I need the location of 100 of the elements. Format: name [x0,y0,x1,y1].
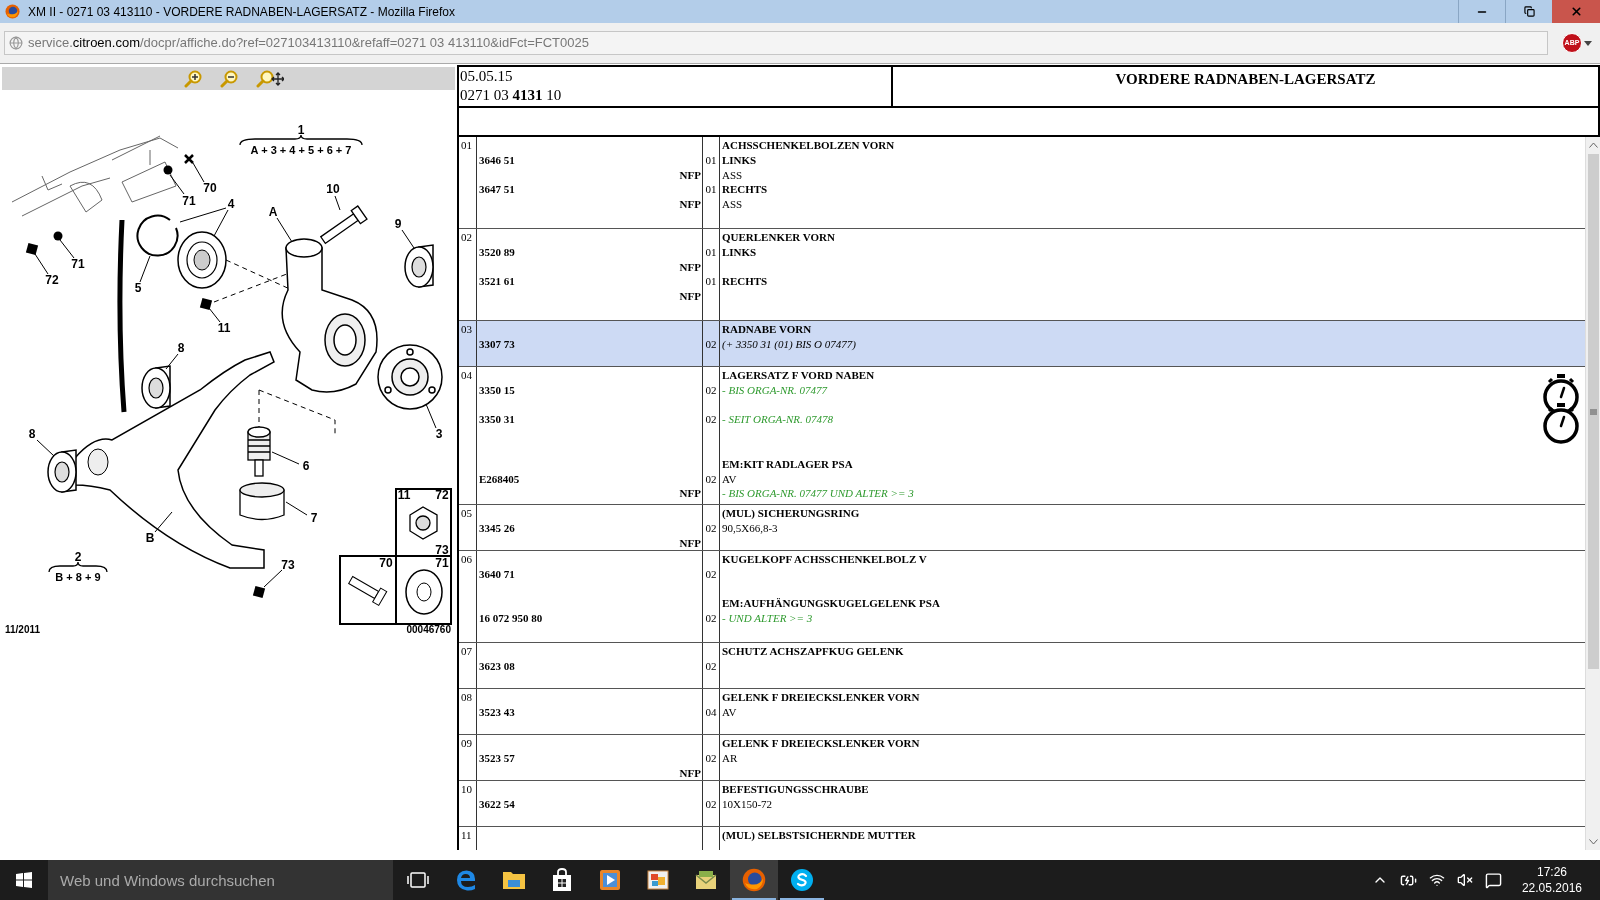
part-description: - BIS ORGA-NR. 07477 [722,383,828,396]
leader-line [165,353,179,370]
bolt-drawing [348,576,388,606]
item-number: 07 [461,644,473,659]
part-number: 3623 08 [478,658,515,674]
callout-label: 71 [71,258,85,270]
leader-line [208,307,221,323]
table-row[interactable]: 03 3307 73 02 RADNABE VORN (+ 3350 31 (01) BIS O 07477) [459,321,1585,367]
callout-label: B [145,532,155,544]
quantity: 02 [705,383,717,396]
table-row[interactable]: 06 3640 71 16 072 950 80 02 02 KUGELKOPF ACHSSCHENKELBOLZ V EM:AUFHÄNGUNGSKUGELGELENK PSA - UND ALTER >= 3 [459,551,1585,643]
callout-label: 71 [435,557,449,569]
part-description: AV [722,705,737,718]
leader-line [425,403,437,429]
part-number: 3521 61 [478,274,515,290]
item-number: 05 [461,506,473,521]
callout-label: A [268,206,278,218]
zoom-in-icon[interactable] [184,69,202,88]
scroll-thumb[interactable] [1587,154,1599,669]
dropdown-caret-icon[interactable] [1584,40,1592,46]
wheel-hub-drawing [377,344,443,410]
windows-logo-icon [16,872,32,888]
leader-line [154,511,173,533]
nfp-label: NFP [679,259,702,275]
part-description: 90,5X66,8-3 [722,521,778,534]
quantity: 02 [705,521,717,534]
leader-line [59,239,75,259]
dot-mark-icon [53,231,63,241]
part-description: RADNABE VORN [722,323,812,335]
part-description: AR [722,751,738,764]
part-description: GELENK F DREIECKSLENKER VORN [722,737,920,749]
callout-label: 70 [379,557,393,569]
drawing-number: 00046760 [406,625,451,635]
table-row[interactable]: 07 3623 08 02 SCHUTZ ACHSZAPFKUG GELENK [459,643,1585,689]
callout-label: 73 [281,559,295,571]
scrollbar[interactable] [1585,137,1600,850]
zoom-out-icon[interactable] [220,69,238,88]
header-date: 05.05.15 [460,67,514,86]
quantity: 02 [705,751,717,764]
scroll-down-icon[interactable] [1588,839,1598,845]
firefox-icon [5,4,20,19]
part-description: - BIS ORGA-NR. 07477 UND ALTER >= 3 [722,487,914,500]
part-description: LAGERSATZ F VORD NABEN [722,369,875,381]
skype-icon [790,868,814,892]
zoom-pan-icon[interactable] [256,69,284,88]
quantity: 01 [705,153,717,166]
callout-label: 5 [134,282,142,294]
part-number: 3350 15 [478,382,515,398]
url-text: service.citroen.com/docpr/affiche.do?ref=027103413110&refaff=0271 03 413110&idFct=FCT0025 [28,34,589,53]
address-field[interactable]: service.citroen.com/docpr/affiche.do?ref=027103413110&refaff=0271 03 413110&idFct=FCT0025 [4,31,1548,55]
part-number: 3647 51 [478,182,515,198]
volume-muted-icon[interactable] [1456,872,1473,888]
part-description: ASS [722,198,743,211]
item-number: 04 [461,368,473,383]
part-number: 3523 43 [478,704,515,720]
table-row[interactable]: 09 3523 57 NFP 02 GELENK F DREIECKSLENKER VORN AR [459,735,1585,781]
item-number: 06 [461,552,473,567]
task-view-icon [407,871,429,889]
part-number: 3622 54 [478,796,515,812]
washer-drawing [405,569,443,615]
table-row[interactable]: 10 3622 54 02 BEFESTIGUNGSSCHRAUBE 10X150-72 [459,781,1585,827]
leader-line [34,253,49,275]
part-number: E268405 [478,471,520,487]
table-row[interactable]: 05 3345 26 NFP 02 (MUL) SICHERUNGSRING 90,5X66,8-3 [459,505,1585,551]
item-number: 01 [461,138,473,153]
quantity: 02 [705,659,717,672]
quantity: 04 [705,705,717,718]
quantity: 02 [705,797,717,810]
part-number: 16 072 950 80 [478,611,543,626]
grip-icon [1589,408,1597,415]
wifi-icon[interactable] [1428,872,1445,888]
leader-line [192,162,205,183]
part-description: SCHUTZ ACHSZAPFKUG GELENK [722,645,904,657]
table-row[interactable]: 01 3646 51 NFP 3647 51 NFP 01 01 ACHSSCHENKELBOLZEN VORN LINKS ASS RECHTS ASS [459,137,1585,229]
part-description: (MUL) SELBSTSICHERNDE MUTTER [722,829,916,841]
table-row[interactable]: 04 3350 15 3350 31 E268405 NFP 02 02 02 LAGERSATZ F VORD NABEN - BIS ORGA-NR. 07477 - SEIT ORGA-NR. 07478 EM:KIT RADLAGER PSA AV - BIS ORGA-NR. 07477 UND ALTER >= 3 [459,367,1585,505]
leader-line [36,439,55,457]
part-number: 3350 31 [478,412,515,428]
notifications-icon[interactable] [1484,871,1502,889]
window-title: XM II - 0271 03 413110 - VORDERE RADNABEN-LAGERSATZ - Mozilla Firefox [28,3,457,21]
scroll-up-icon[interactable] [1588,142,1598,148]
part-number: 3523 57 [478,750,515,766]
photo-app-icon [646,868,670,892]
table-row[interactable]: 08 3523 43 04 GELENK F DREIECKSLENKER VORN AV [459,689,1585,735]
clock[interactable]: 17:26 22.05.2016 [1513,864,1586,896]
part-number: 3640 71 [478,566,515,582]
table-row[interactable]: 02 3520 89 NFP 3521 61 NFP 01 01 QUERLENKER VORN LINKS RECHTS [459,229,1585,321]
square-mark-icon [199,297,213,311]
quantity: 01 [705,245,717,258]
leader-line [334,195,341,211]
part-description: LINKS [722,245,757,258]
brace-drawing [48,561,108,573]
item-number: 02 [461,230,473,245]
media-player-icon [599,869,621,891]
callout-label: 4 [227,198,235,210]
part-description: GELENK F DREIECKSLENKER VORN [722,691,920,703]
callout-label: 6 [302,460,310,472]
cross-mark-icon [183,153,195,165]
search-field[interactable]: Web und Windows durchsuchen [48,860,393,900]
folder-icon [502,869,526,891]
